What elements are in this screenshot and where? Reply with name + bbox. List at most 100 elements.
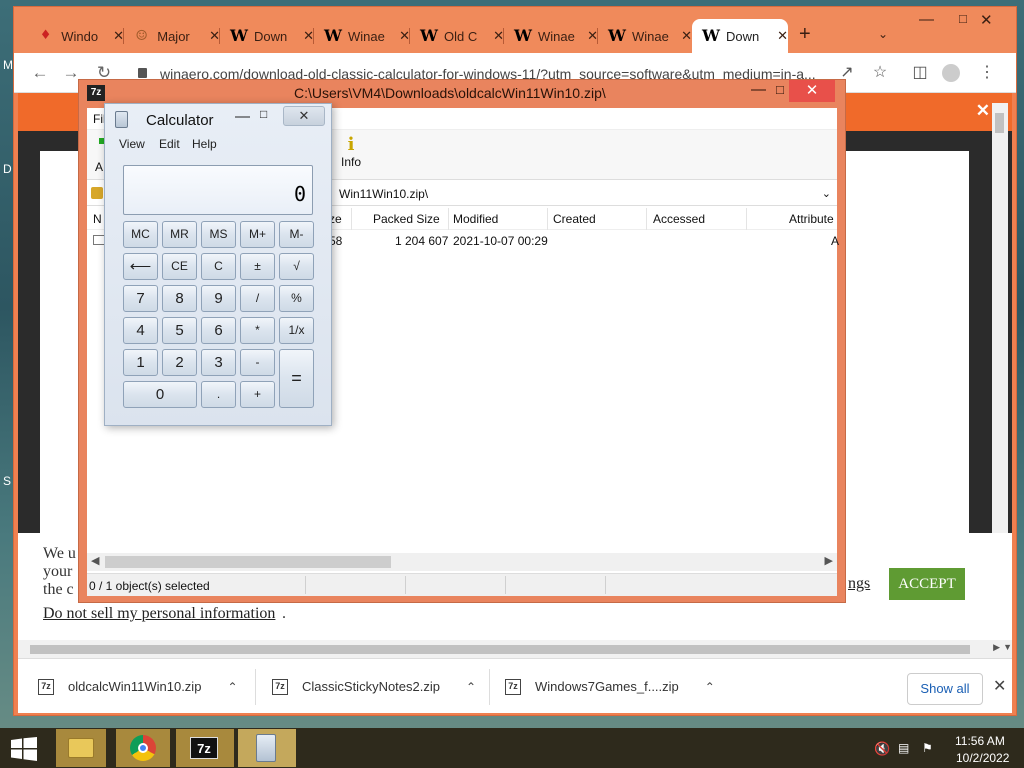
sevenzip-taskbar-button[interactable]: 7z: [176, 729, 234, 767]
column-created[interactable]: Created: [553, 212, 596, 226]
menu-help[interactable]: Help: [192, 137, 217, 151]
mc-button[interactable]: MC: [123, 221, 158, 248]
file-list-horizontal-scrollbar[interactable]: ◀ ▶: [87, 553, 837, 571]
digit-8-button[interactable]: 8: [162, 285, 197, 312]
tab-close-icon[interactable]: ✕: [777, 28, 788, 44]
digit-1-button[interactable]: 1: [123, 349, 158, 376]
negate-button[interactable]: ±: [240, 253, 275, 280]
percent-button[interactable]: %: [279, 285, 314, 312]
ms-button[interactable]: MS: [201, 221, 236, 248]
file-explorer-button[interactable]: [56, 729, 106, 767]
scroll-down-arrow-icon[interactable]: ▼: [1003, 642, 1012, 652]
browser-tab[interactable]: W Old C ✕: [410, 19, 504, 53]
m-minus-button[interactable]: M-: [279, 221, 314, 248]
decimal-button[interactable]: .: [201, 381, 236, 408]
digit-6-button[interactable]: 6: [201, 317, 236, 344]
tab-search-chevron-icon[interactable]: ⌄: [878, 27, 888, 41]
m-plus-button[interactable]: M+: [240, 221, 275, 248]
tab-title: Windo: [61, 28, 99, 44]
minimize-button[interactable]: —: [919, 11, 934, 28]
browser-tab[interactable]: W Down ✕: [220, 19, 314, 53]
scroll-right-arrow-icon[interactable]: ▶: [825, 554, 833, 567]
calculator-titlebar[interactable]: Calculator — □ ✕: [105, 104, 331, 132]
chevron-up-icon[interactable]: ⌃: [227, 680, 237, 694]
browser-tab[interactable]: ♦ Windo ✕: [28, 19, 124, 53]
reciprocal-button[interactable]: 1/x: [279, 317, 314, 344]
bookmark-star-icon[interactable]: ☆: [869, 62, 891, 84]
close-window-button[interactable]: ✕: [980, 11, 993, 29]
add-button[interactable]: +: [240, 381, 275, 408]
maximize-button[interactable]: □: [776, 82, 784, 97]
menu-edit[interactable]: Edit: [159, 137, 180, 151]
more-menu-icon[interactable]: ⋮: [976, 62, 998, 84]
backspace-button[interactable]: ⟵: [123, 253, 158, 280]
column-packed-size[interactable]: Packed Size: [373, 212, 440, 226]
close-window-button[interactable]: ✕: [789, 80, 835, 102]
chevron-down-icon[interactable]: ⌄: [822, 187, 831, 200]
maximize-button[interactable]: □: [959, 11, 967, 26]
sqrt-button[interactable]: √: [279, 253, 314, 280]
calculator-taskbar-button[interactable]: [238, 729, 296, 767]
network-icon[interactable]: ▤: [898, 741, 909, 755]
close-downloads-bar-icon[interactable]: ✕: [993, 676, 1006, 696]
toolbar-add-label[interactable]: A: [95, 160, 103, 174]
column-name[interactable]: N: [93, 212, 102, 226]
digit-7-button[interactable]: 7: [123, 285, 158, 312]
back-arrow-icon[interactable]: ←: [28, 61, 52, 85]
equals-button[interactable]: =: [279, 349, 314, 408]
page-horizontal-scrollbar[interactable]: ▶ ▼: [18, 640, 1012, 658]
calculator-app-icon: [115, 111, 128, 128]
folder-up-icon[interactable]: [91, 187, 103, 199]
minimize-button[interactable]: —: [235, 108, 250, 125]
chevron-up-icon[interactable]: ⌃: [705, 680, 715, 694]
maximize-button[interactable]: □: [260, 107, 267, 121]
new-tab-button[interactable]: +: [799, 23, 811, 46]
volume-muted-icon[interactable]: 🔇: [874, 741, 890, 757]
clear-entry-button[interactable]: CE: [162, 253, 197, 280]
do-not-sell-link[interactable]: Do not sell my personal information: [43, 605, 275, 623]
tab-close-icon[interactable]: ✕: [681, 28, 692, 44]
column-attributes[interactable]: Attribute: [789, 212, 834, 226]
taskbar: 7z 🔇 ▤ ⚑ 11:56 AM 10/2/2022: [0, 728, 1024, 768]
notification-icon[interactable]: ⚑: [922, 741, 933, 755]
mr-button[interactable]: MR: [162, 221, 197, 248]
chevron-up-icon[interactable]: ⌃: [466, 680, 476, 694]
info-button[interactable]: i Info: [341, 134, 361, 169]
divide-button[interactable]: /: [240, 285, 275, 312]
accept-cookies-button[interactable]: ACCEPT: [889, 568, 965, 600]
download-item[interactable]: 7z oldcalcWin11Win10.zip ⌃: [38, 659, 238, 714]
browser-tab[interactable]: W Winae ✕: [314, 19, 410, 53]
digit-9-button[interactable]: 9: [201, 285, 236, 312]
digit-4-button[interactable]: 4: [123, 317, 158, 344]
browser-tab[interactable]: ☺ Major ✕: [124, 19, 220, 53]
column-modified[interactable]: Modified: [453, 212, 498, 226]
download-item[interactable]: 7z ClassicStickyNotes2.zip ⌃: [272, 659, 476, 714]
subtract-button[interactable]: -: [240, 349, 275, 376]
browser-tab[interactable]: W Winae ✕: [504, 19, 598, 53]
digit-2-button[interactable]: 2: [162, 349, 197, 376]
clear-button[interactable]: C: [201, 253, 236, 280]
digit-5-button[interactable]: 5: [162, 317, 197, 344]
browser-tab-active[interactable]: W Down ✕: [692, 19, 788, 53]
show-all-downloads-button[interactable]: Show all: [907, 673, 983, 705]
lock-icon[interactable]: [138, 68, 147, 78]
cookie-settings-link[interactable]: ngs: [848, 575, 870, 593]
close-window-button[interactable]: ✕: [283, 106, 325, 126]
multiply-button[interactable]: *: [240, 317, 275, 344]
start-button[interactable]: [10, 737, 38, 761]
chrome-button[interactable]: [116, 729, 170, 767]
scroll-right-arrow-icon[interactable]: ▶: [993, 642, 1000, 653]
digit-0-button[interactable]: 0: [123, 381, 197, 408]
scroll-left-arrow-icon[interactable]: ◀: [91, 554, 99, 567]
download-item[interactable]: 7z Windows7Games_f....zip ⌃: [505, 659, 715, 714]
clock-time[interactable]: 11:56 AM: [955, 734, 1005, 748]
profile-avatar-icon[interactable]: [940, 62, 962, 84]
column-accessed[interactable]: Accessed: [653, 212, 705, 226]
menu-view[interactable]: View: [119, 137, 145, 151]
browser-tab[interactable]: W Winae ✕: [598, 19, 692, 53]
minimize-button[interactable]: —: [751, 81, 766, 98]
digit-3-button[interactable]: 3: [201, 349, 236, 376]
side-panel-icon[interactable]: ◫: [909, 62, 931, 84]
clock-date[interactable]: 10/2/2022: [956, 751, 1009, 765]
banner-close-icon[interactable]: ✕: [976, 101, 990, 121]
